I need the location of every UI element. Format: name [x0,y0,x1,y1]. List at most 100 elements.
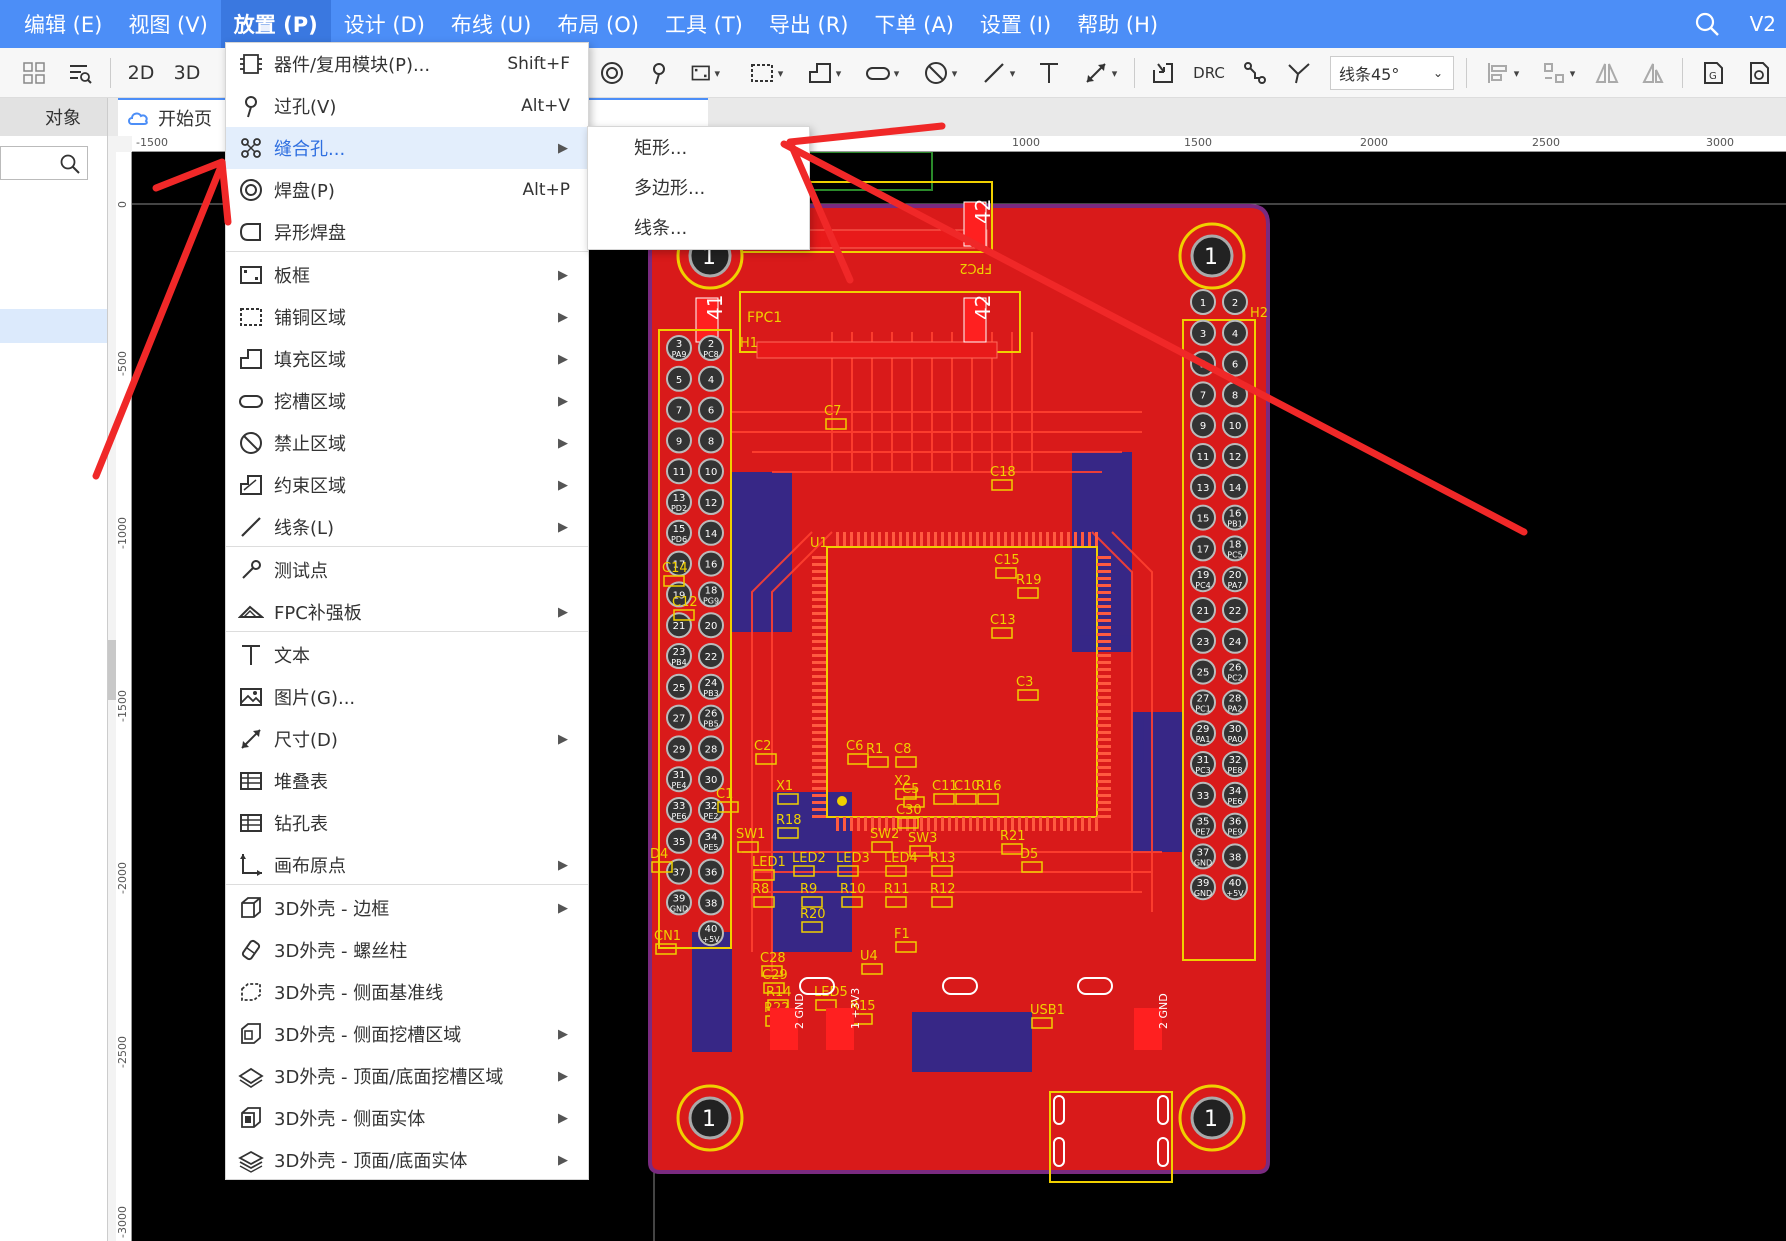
list-search-button[interactable] [66,55,94,91]
mcu-pad [948,817,951,831]
flip-horizontal-button[interactable] [1592,55,1622,91]
line-tool-button[interactable]: ▾ [978,55,1018,91]
pin-label: 24 [705,678,718,689]
slot-area-tool-button[interactable]: ▾ [862,55,902,91]
pin-label: 4 [1232,329,1238,340]
menu-place[interactable]: 放置 (P) [220,0,331,48]
prohibited-area-tool-button[interactable]: ▾ [920,55,960,91]
place-menu-item[interactable]: 3D外壳 - 侧面实体 ▶ [226,1097,588,1139]
stitching-line-item[interactable]: 线条... [588,207,809,247]
dimension-tool-button[interactable]: ▾ [1078,55,1122,91]
mcu-pad [1097,703,1111,706]
mcu-pad [812,787,826,790]
pad-tool-button[interactable] [598,55,626,91]
mcu-pad [812,591,826,594]
board-outline-tool-button[interactable]: ▾ [690,55,720,91]
pin-label: 22 [705,652,718,663]
menu-layout[interactable]: 布局 (O) [544,0,652,48]
pin-label: 30 [705,775,718,786]
distribute-button[interactable]: ▾ [1536,55,1580,91]
place-menu-item[interactable]: 3D外壳 - 顶面/底面实体 ▶ [226,1139,588,1181]
menu-edit[interactable]: 编辑 (E) [11,0,115,48]
shortcut-label: Shift+F [507,54,570,74]
view-2d-button[interactable]: 2D [126,55,156,91]
place-menu-item[interactable]: 3D外壳 - 边框 ▶ [226,887,588,929]
menu-export[interactable]: 导出 (R) [756,0,862,48]
place-menu-item[interactable]: 3D外壳 - 侧面挖槽区域 ▶ [226,1013,588,1055]
dimension-icon [1086,63,1106,83]
menu-route[interactable]: 布线 (U) [438,0,544,48]
mcu-pad [843,817,846,831]
canvas-origin-icon [240,854,262,876]
place-menu-item[interactable]: 异形焊盘 [226,211,588,253]
place-menu-item[interactable]: 文本 [226,634,588,676]
stitching-polygon-item[interactable]: 多边形... [588,167,809,207]
place-menu-item[interactable]: 器件/复用模块(P)... Shift+F [226,43,588,85]
search-icon[interactable] [1694,11,1720,37]
place-menu-item[interactable]: 填充区域 ▶ [226,338,588,380]
place-menu-item[interactable]: 测试点 [226,549,588,591]
place-menu-item[interactable]: 线条(L) ▶ [226,506,588,548]
pin-label: 4 [708,375,714,386]
object-search-input[interactable] [0,146,88,180]
flip-vertical-button[interactable] [1638,55,1668,91]
mcu-pad [976,817,979,831]
menu-view[interactable]: 视图 (V) [115,0,220,48]
via-tool-button[interactable] [644,55,674,91]
place-menu-item[interactable]: 3D外壳 - 顶面/底面挖槽区域 ▶ [226,1055,588,1097]
mcu-pad [812,759,826,762]
place-menu-item[interactable]: 铺铜区域 ▶ [226,296,588,338]
mcu-pad [812,633,826,636]
selected-object-row[interactable] [0,309,107,343]
mcu-pad [920,817,923,831]
place-menu-item[interactable]: 堆叠表 [226,760,588,802]
fill-area-icon [240,349,262,369]
import-changes-button[interactable] [1148,55,1178,91]
pin-label: 19 [1197,570,1210,581]
menu-settings[interactable]: 设置 (I) [967,0,1064,48]
route-tool-button[interactable] [1240,55,1270,91]
pin-label: 11 [1197,452,1210,463]
place-menu-item[interactable]: 图片(G)... [226,676,588,718]
pin-label: 18 [1229,539,1242,550]
place-menu-item[interactable]: 画布原点 ▶ [226,844,588,886]
text-tool-button[interactable] [1034,55,1064,91]
fill-area-tool-button[interactable]: ▾ [804,55,844,91]
place-menu-item[interactable]: 3D外壳 - 侧面基准线 [226,971,588,1013]
mcu-pad [1039,532,1042,546]
place-menu-item-label: 3D外壳 - 侧面实体 [274,1109,426,1130]
menu-design[interactable]: 设计 (D) [331,0,438,48]
place-menu-item[interactable]: 禁止区域 ▶ [226,422,588,464]
place-menu-item[interactable]: 板框 ▶ [226,254,588,296]
tab-objects[interactable]: 对象 [0,98,108,136]
grid-view-button[interactable] [20,55,48,91]
menu-help[interactable]: 帮助 (H) [1064,0,1171,48]
ruler-label: -2000 [116,862,129,894]
line-angle-select[interactable]: 线条45° ⌄ [1330,56,1454,90]
pin-net-label: +5V [702,935,720,944]
menu-order[interactable]: 下单 (A) [862,0,967,48]
menu-tools[interactable]: 工具 (T) [652,0,756,48]
panel-collapse-handle[interactable] [108,640,116,700]
drc-button[interactable]: DRC [1192,55,1226,91]
gerber-button[interactable]: G [1698,55,1728,91]
place-menu-item[interactable]: 3D外壳 - 螺丝柱 [226,929,588,971]
place-menu-item[interactable]: 钻孔表 [226,802,588,844]
view-3d-button[interactable]: 3D [172,55,202,91]
pin-label: 13 [1197,483,1210,494]
place-menu-item[interactable]: 挖槽区域 ▶ [226,380,588,422]
place-menu-item-label: 3D外壳 - 边框 [274,899,390,920]
copper-area-tool-button[interactable]: ▾ [746,55,786,91]
place-menu-item[interactable]: FPC补强板 ▶ [226,591,588,633]
place-menu-item[interactable]: 尺寸(D) ▶ [226,718,588,760]
place-menu-item[interactable]: 约束区域 ▶ [226,464,588,506]
export-pick-place-button[interactable] [1744,55,1774,91]
place-menu-item-label: 异形焊盘 [274,223,346,244]
place-menu-item[interactable]: 过孔(V) Alt+V [226,85,588,127]
place-menu-item[interactable]: 焊盘(P) Alt+P [226,169,588,211]
stitching-rect-item[interactable]: 矩形... [588,127,809,167]
diff-route-button[interactable] [1284,55,1314,91]
place-menu-item[interactable]: 缝合孔... ▶ [226,127,588,169]
pin-label: 7 [1200,390,1206,401]
align-button[interactable]: ▾ [1480,55,1524,91]
